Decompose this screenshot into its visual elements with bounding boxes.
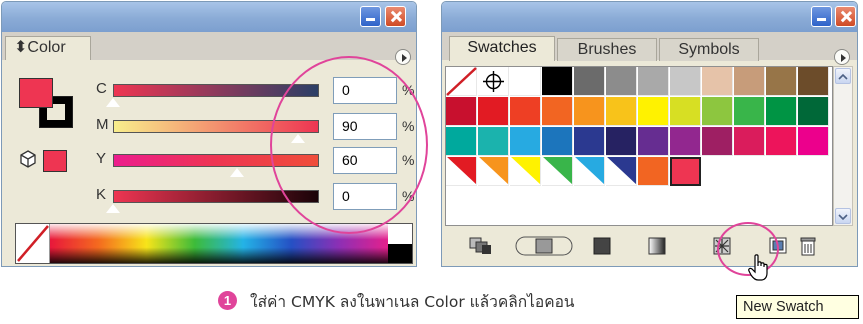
- slider-thumb-c[interactable]: [105, 97, 121, 108]
- hand-cursor-icon: [748, 254, 768, 281]
- slider-label-k: K: [96, 186, 107, 203]
- swatch-color[interactable]: [798, 67, 829, 96]
- swatch-pattern[interactable]: [446, 156, 477, 186]
- none-slash-icon: [17, 225, 49, 262]
- swatch-color[interactable]: [766, 97, 797, 126]
- swatch-color[interactable]: [606, 67, 637, 96]
- swatch-color[interactable]: [510, 97, 541, 126]
- swatch-color[interactable]: [670, 67, 701, 96]
- swatch-pattern[interactable]: [574, 156, 605, 186]
- swatch-color[interactable]: [702, 97, 733, 126]
- swatch-color[interactable]: [638, 127, 669, 156]
- swatch-color[interactable]: [478, 127, 509, 156]
- none-slash-icon: [446, 67, 477, 96]
- swatch-color[interactable]: [734, 127, 765, 156]
- swatch-pattern[interactable]: [606, 156, 637, 186]
- tab-swatches[interactable]: Swatches: [449, 36, 555, 61]
- trash-icon[interactable]: [799, 236, 817, 256]
- swatch-color[interactable]: [542, 127, 573, 156]
- swatch-color[interactable]: [798, 127, 829, 156]
- chevron-down-icon: [838, 214, 848, 221]
- swatch-libraries-menu-icon[interactable]: [468, 236, 494, 256]
- swatch-color[interactable]: [638, 67, 669, 96]
- swatch-pattern[interactable]: [510, 156, 541, 186]
- swatches-button-bar: [442, 228, 857, 266]
- swatch-pattern[interactable]: [542, 156, 573, 186]
- swatches-panel: Swatches Brushes Symbols: [441, 1, 858, 267]
- swatch-color[interactable]: [542, 67, 573, 96]
- swatch-color[interactable]: [670, 127, 701, 156]
- swatch-color[interactable]: [734, 97, 765, 126]
- close-button[interactable]: [385, 6, 406, 27]
- white-swatch[interactable]: [388, 224, 412, 244]
- minimize-button[interactable]: [360, 6, 381, 27]
- step-number-badge: 1: [218, 291, 237, 310]
- out-of-gamut-cube-icon[interactable]: [19, 150, 37, 168]
- swatch-color[interactable]: [574, 97, 605, 126]
- minimize-button[interactable]: [811, 6, 832, 27]
- swatch-color[interactable]: [510, 127, 541, 156]
- swatch-color[interactable]: [574, 67, 605, 96]
- swatch-color[interactable]: [766, 67, 797, 96]
- swatch-color[interactable]: [446, 97, 477, 126]
- new-swatch-tooltip: New Swatch: [736, 295, 859, 319]
- swatch-color[interactable]: [478, 97, 509, 126]
- swatches-panel-tabrow: Swatches Brushes Symbols: [442, 32, 857, 65]
- swatch-color[interactable]: [702, 67, 733, 96]
- registration-target-icon: [483, 71, 504, 92]
- swatch-color[interactable]: [702, 127, 733, 156]
- swatch-color[interactable]: [766, 127, 797, 156]
- swatch-color[interactable]: [798, 97, 829, 126]
- swatch-new-color[interactable]: [670, 157, 701, 186]
- swatch-color[interactable]: [606, 97, 637, 126]
- swatch-color[interactable]: [574, 127, 605, 156]
- swatch-color[interactable]: [670, 97, 701, 126]
- slider-label-c: C: [96, 80, 107, 97]
- slider-label-m: M: [96, 116, 109, 133]
- swatch-color[interactable]: [638, 97, 669, 126]
- fill-swatch[interactable]: [19, 78, 53, 108]
- swatch-color[interactable]: [542, 97, 573, 126]
- swatch-registration[interactable]: [478, 67, 509, 96]
- swatch-color[interactable]: [734, 67, 765, 96]
- gamut-color-swatch[interactable]: [43, 150, 67, 172]
- swatch-color[interactable]: [638, 157, 669, 186]
- tab-symbols[interactable]: Symbols: [659, 38, 759, 61]
- tab-brushes[interactable]: Brushes: [557, 38, 657, 61]
- close-button[interactable]: [835, 6, 856, 27]
- scroll-up-arrow[interactable]: [835, 68, 851, 84]
- panel-menu-icon[interactable]: [834, 49, 850, 65]
- swatch-color[interactable]: [510, 67, 541, 96]
- show-gradient-swatches-icon[interactable]: [647, 236, 667, 256]
- swatch-color[interactable]: [446, 127, 477, 156]
- none-swatch[interactable]: [16, 224, 50, 263]
- swatch-none[interactable]: [446, 67, 477, 96]
- tab-color[interactable]: ⬍Color: [5, 36, 91, 60]
- chevron-up-icon: [838, 73, 848, 80]
- swatch-pattern[interactable]: [478, 156, 509, 186]
- slider-thumb-k[interactable]: [105, 203, 121, 214]
- panel-menu-icon[interactable]: [395, 49, 411, 65]
- slider-thumb-y[interactable]: [228, 167, 245, 178]
- cmyk-values-highlight: [270, 56, 428, 234]
- instruction-caption: ใส่ค่า CMYK ลงในพาเนล Color แล้วคลิกไอคอ…: [250, 293, 575, 311]
- show-color-swatches-icon[interactable]: [592, 236, 612, 256]
- swatch-color[interactable]: [606, 127, 637, 156]
- scroll-down-arrow[interactable]: [835, 208, 851, 224]
- swatches-scrollbar[interactable]: [833, 66, 853, 226]
- show-swatch-kinds-icon[interactable]: [515, 236, 573, 256]
- black-swatch[interactable]: [388, 244, 412, 263]
- swatches-panel-titlebar[interactable]: [442, 2, 857, 32]
- color-panel-titlebar[interactable]: [2, 2, 416, 32]
- swatch-grid: [445, 66, 833, 226]
- slider-label-y: Y: [96, 150, 107, 167]
